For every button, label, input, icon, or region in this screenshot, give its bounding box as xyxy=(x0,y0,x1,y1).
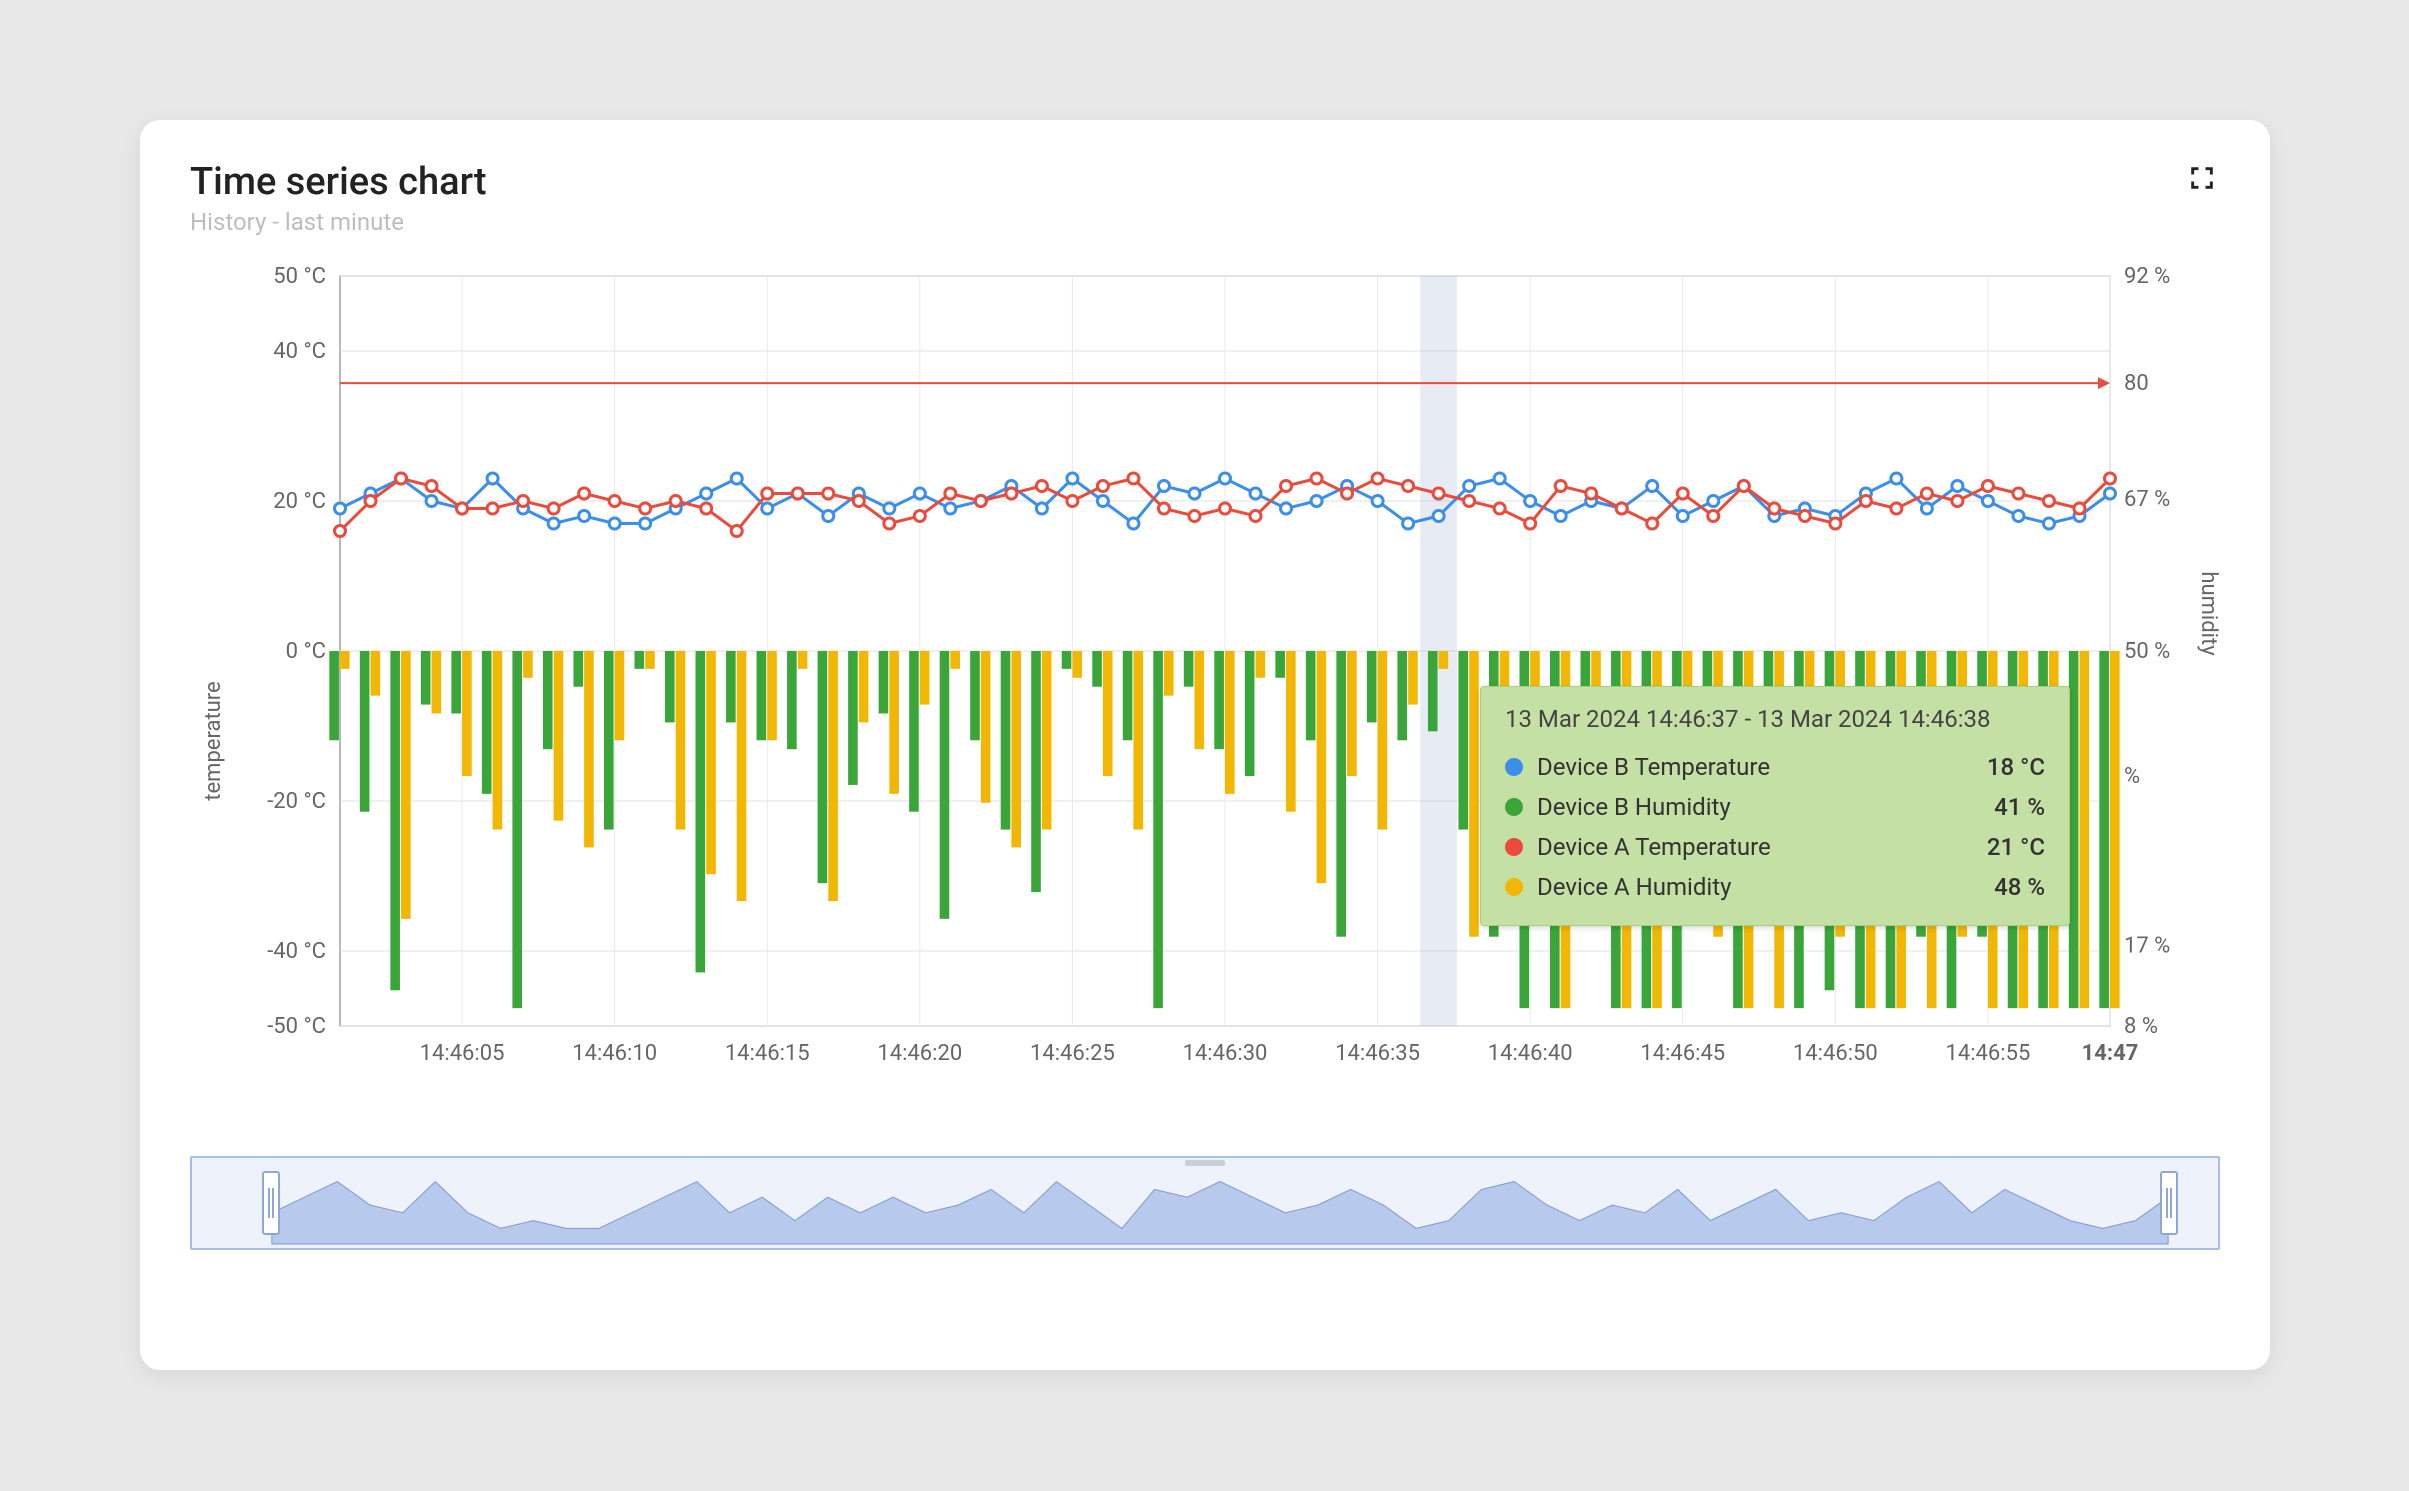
tooltip-title: 13 Mar 2024 14:46:37 - 13 Mar 2024 14:46… xyxy=(1505,705,2045,733)
y-left-tick: -20 °C xyxy=(267,789,326,814)
fullscreen-icon xyxy=(2188,164,2216,192)
y-right-tick: 67 % xyxy=(2124,487,2170,512)
tooltip-rows: Device B Temperature 18 °C Device B Humidi… xyxy=(1505,747,2045,907)
x-tick: 14:46:50 xyxy=(1793,1041,1878,1066)
x-tick: 14:46:25 xyxy=(1030,1041,1115,1066)
x-tick: 14:46:20 xyxy=(877,1041,962,1066)
scrubber-grab-icon xyxy=(1185,1160,1225,1166)
x-tick: 14:46:45 xyxy=(1640,1041,1725,1066)
tooltip-color-dot xyxy=(1505,758,1523,776)
y-left-axis-title: temperature xyxy=(201,681,226,800)
y-left-tick: -40 °C xyxy=(267,939,326,964)
x-tick: 14:46:35 xyxy=(1335,1041,1420,1066)
chart-title: Time series chart xyxy=(190,160,487,204)
x-tick: 14:46:40 xyxy=(1488,1041,1573,1066)
y-right-tick: 92 % xyxy=(2124,266,2170,289)
x-tick: 14:47 xyxy=(2082,1041,2139,1066)
tooltip-row: Device A Humidity 48 % xyxy=(1505,867,2045,907)
tooltip-series-value: 21 °C xyxy=(1987,833,2045,861)
chart-subtitle: History - last minute xyxy=(190,208,487,236)
tooltip-series-value: 41 % xyxy=(1994,793,2045,821)
y-right-tick: 17 % xyxy=(2124,934,2170,959)
y-right-tick: 8 % xyxy=(2124,1014,2158,1039)
tooltip-color-dot xyxy=(1505,838,1523,856)
x-tick: 14:46:10 xyxy=(572,1041,657,1066)
y-right-axis-title: humidity xyxy=(2196,571,2220,656)
x-tick: 14:46:05 xyxy=(420,1041,505,1066)
tooltip-color-dot xyxy=(1505,878,1523,896)
x-tick: 14:46:15 xyxy=(725,1041,810,1066)
tooltip-row: Device A Temperature 21 °C xyxy=(1505,827,2045,867)
chart-svg: 50 °C 40 °C 20 °C 0 °C -20 °C -40 °C -50 °C tem… xyxy=(190,266,2220,1076)
y-right-tick: 50 % xyxy=(2124,639,2170,664)
tooltip-series-value: 18 °C xyxy=(1987,753,2045,781)
tooltip-series-label: Device A Temperature xyxy=(1537,833,1771,861)
tooltip-row: Device B Temperature 18 °C xyxy=(1505,747,2045,787)
time-scrubber[interactable] xyxy=(190,1156,2220,1250)
tooltip: 13 Mar 2024 14:46:37 - 13 Mar 2024 14:46… xyxy=(1480,686,2070,926)
y-right-tick: % xyxy=(2124,764,2140,789)
y-left-tick: 20 °C xyxy=(273,489,326,514)
tooltip-series-label: Device B Temperature xyxy=(1537,753,1770,781)
scrubber-handle-left[interactable] xyxy=(262,1171,280,1235)
y-left-tick: 50 °C xyxy=(273,266,326,289)
tooltip-series-label: Device A Humidity xyxy=(1537,873,1731,901)
y-left-tick: -50 °C xyxy=(267,1014,326,1039)
chart-card: Time series chart History - last minute … xyxy=(140,120,2270,1370)
fullscreen-button[interactable] xyxy=(2184,160,2220,196)
x-tick: 14:46:30 xyxy=(1183,1041,1268,1066)
chart-area[interactable]: 50 °C 40 °C 20 °C 0 °C -20 °C -40 °C -50 °C tem… xyxy=(190,266,2220,1076)
tooltip-series-value: 48 % xyxy=(1994,873,2045,901)
y-right-tick: 80 xyxy=(2124,371,2149,396)
scrubber-svg xyxy=(192,1158,2218,1248)
x-tick: 14:46:55 xyxy=(1946,1041,2031,1066)
scrubber-handle-right[interactable] xyxy=(2160,1171,2178,1235)
header-block: Time series chart History - last minute xyxy=(190,160,487,236)
tooltip-color-dot xyxy=(1505,798,1523,816)
y-left-tick: 40 °C xyxy=(273,339,326,364)
y-left-tick: 0 °C xyxy=(286,639,326,664)
tooltip-row: Device B Humidity 41 % xyxy=(1505,787,2045,827)
tooltip-series-label: Device B Humidity xyxy=(1537,793,1731,821)
